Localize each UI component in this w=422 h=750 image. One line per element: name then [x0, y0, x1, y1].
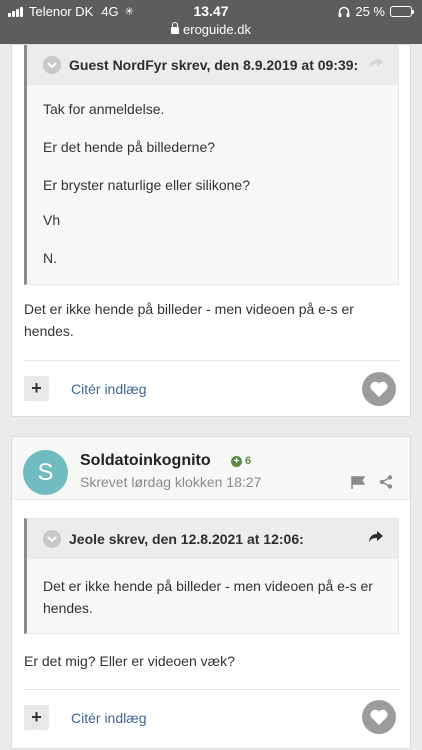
share-icon[interactable] [379, 475, 393, 489]
plus-button[interactable]: + [24, 705, 49, 730]
status-bar: Telenor DK 4G ✳ 13.47 eroguide.dk 25 % [0, 0, 422, 44]
chevron-down-icon[interactable] [43, 530, 61, 548]
headphones-icon [338, 6, 350, 17]
cite-post-link[interactable]: Citér indlæg [71, 710, 146, 726]
chevron-down-icon[interactable] [43, 56, 61, 74]
post-author-header: S Soldatoinkognito + 6 Skrevet lørdag kl… [12, 437, 410, 500]
battery-icon [390, 6, 414, 17]
quote-line: Vh [43, 212, 61, 228]
plus-button[interactable]: + [24, 376, 49, 401]
quote-line: Er det hende på billederne? [43, 139, 216, 155]
share-arrow-icon[interactable] [368, 56, 384, 70]
quote-block: Jeole skrev, den 12.8.2021 at 12:06: Det… [24, 518, 399, 634]
quote-author: Guest NordFyr skrev, den 8.9.2019 at 09:… [69, 57, 359, 73]
post-card: S Soldatoinkognito + 6 Skrevet lørdag kl… [11, 436, 411, 749]
post-date[interactable]: Skrevet lørdag klokken 18:27 [80, 474, 261, 490]
avatar[interactable]: S [23, 450, 68, 495]
post-body: Det er ikke hende på billeder - men vide… [24, 301, 354, 339]
like-button[interactable] [362, 372, 396, 406]
url-bar[interactable]: eroguide.dk [0, 22, 422, 37]
quote-line: Det er ikke hende på billeder - men vide… [43, 578, 373, 616]
battery-label: 25 % [355, 4, 385, 19]
lock-icon [171, 22, 180, 34]
reputation-icon: + [231, 455, 242, 467]
quote-header: Jeole skrev, den 12.8.2021 at 12:06: [27, 519, 398, 559]
quote-line: Er bryster naturlige eller silikone? [43, 177, 250, 193]
quote-author: Jeole skrev, den 12.8.2021 at 12:06: [69, 531, 304, 547]
quote-block: Guest NordFyr skrev, den 8.9.2019 at 09:… [24, 45, 399, 285]
heart-icon [370, 381, 388, 397]
divider [24, 689, 400, 690]
heart-icon [370, 709, 388, 725]
quote-line: N. [43, 250, 57, 266]
divider [24, 360, 400, 361]
flag-icon[interactable] [351, 476, 366, 489]
cite-post-link[interactable]: Citér indlæg [71, 381, 146, 397]
quote-line: Tak for anmeldelse. [43, 101, 165, 117]
like-button[interactable] [362, 700, 396, 734]
reputation-badge: + 6 [231, 455, 251, 467]
author-name[interactable]: Soldatoinkognito [80, 452, 211, 470]
url-text: eroguide.dk [183, 22, 251, 37]
post-card: Guest NordFyr skrev, den 8.9.2019 at 09:… [11, 44, 411, 417]
post-body: Er det mig? Eller er videoen væk? [24, 653, 235, 669]
quote-header: Guest NordFyr skrev, den 8.9.2019 at 09:… [27, 45, 398, 85]
reputation-count: 6 [245, 455, 252, 467]
status-right: 25 % [338, 4, 414, 19]
share-arrow-icon[interactable] [368, 530, 384, 544]
